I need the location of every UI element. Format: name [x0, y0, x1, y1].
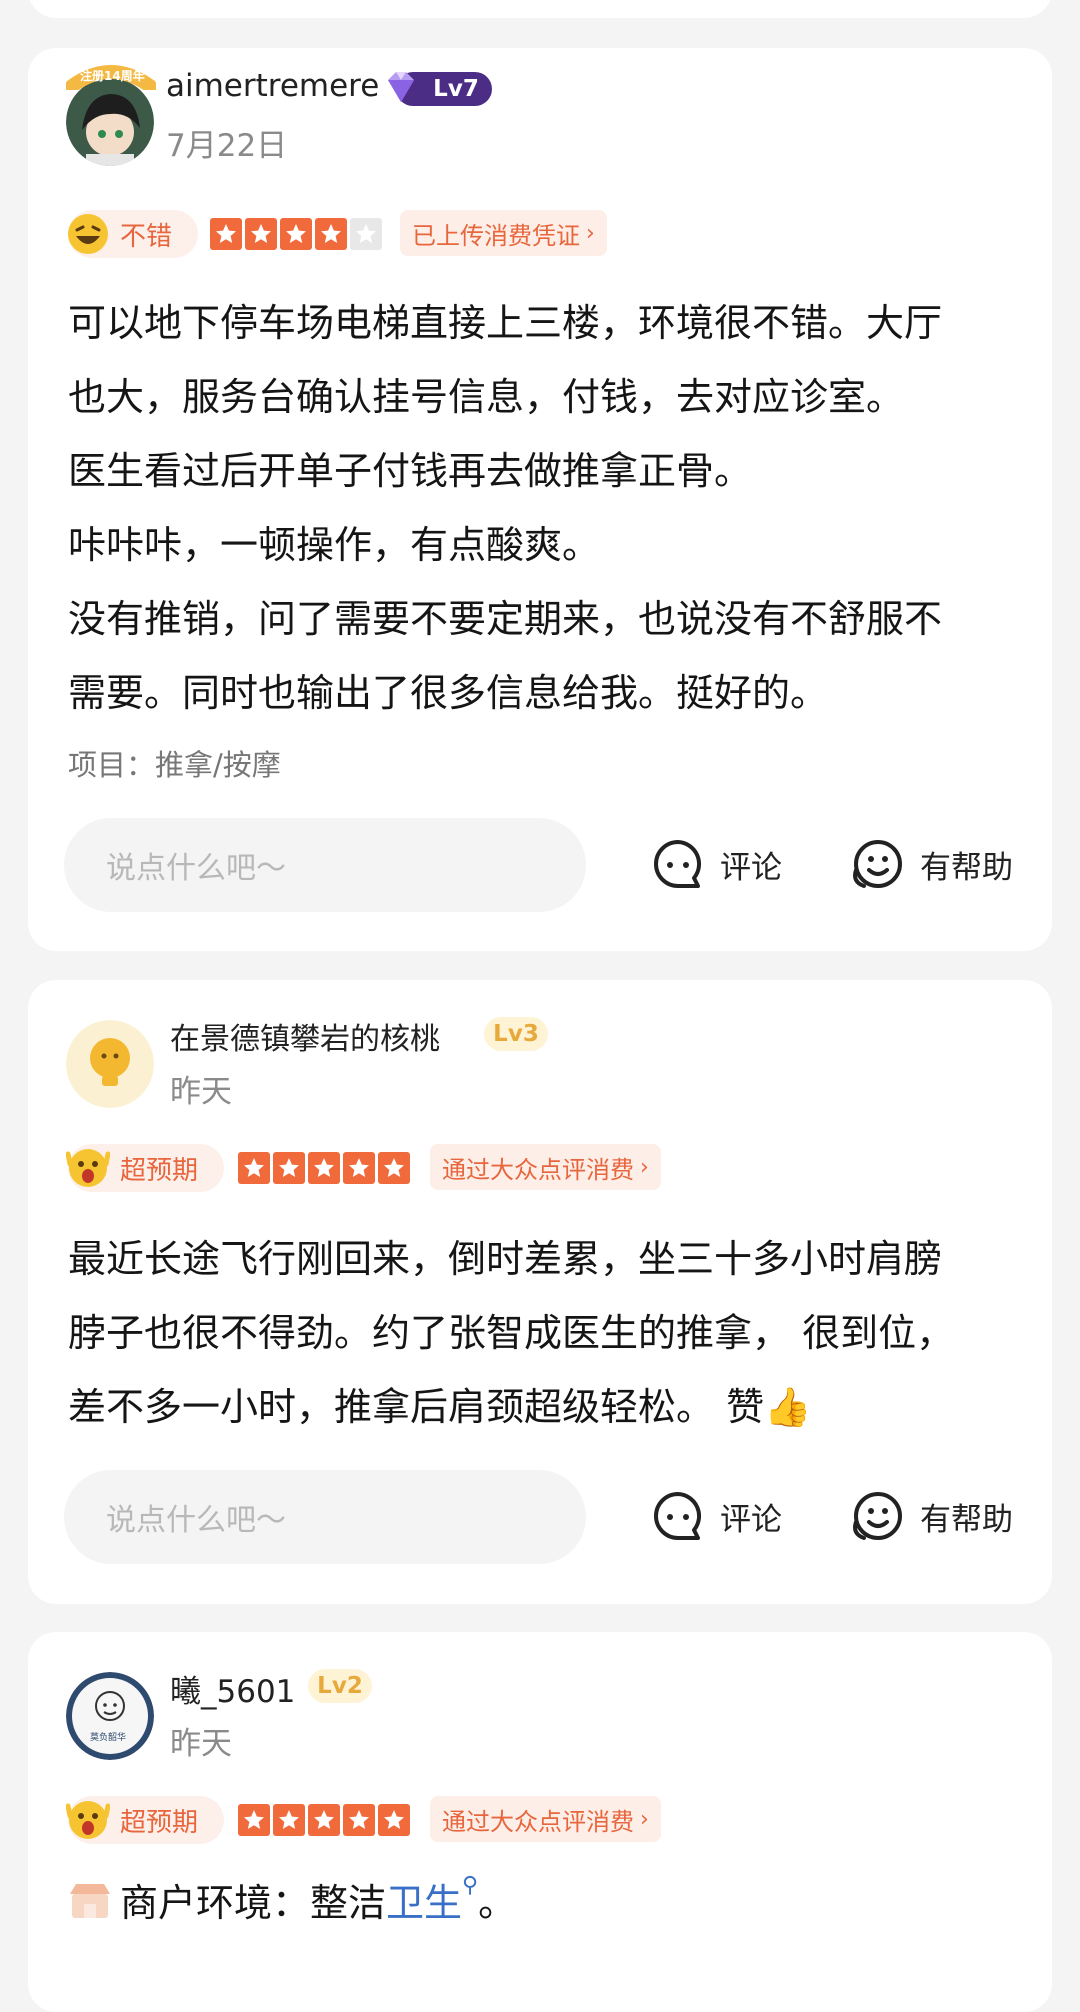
review-card: 在景德镇攀岩的核桃 Lv3 昨天 超预期 通过大众点评消费 › 最近长途飞行刚回… — [28, 980, 1052, 1604]
consumption-tag[interactable]: 通过大众点评消费 › — [430, 1144, 661, 1190]
review-date: 7月22日 — [166, 128, 288, 164]
star-icon — [238, 1804, 270, 1836]
level-badge: Lv7 — [388, 72, 492, 106]
star-icon — [343, 1152, 375, 1184]
gem-icon — [388, 72, 414, 102]
rating-label: 超预期 — [120, 1155, 199, 1186]
consumption-tag-label: 通过大众点评消费 — [442, 1155, 634, 1184]
star-icon — [308, 1804, 340, 1836]
level-text: Lv2 — [317, 1673, 363, 1699]
comment-bubble-icon — [654, 840, 702, 888]
comment-input[interactable]: 说点什么吧～ — [64, 818, 586, 912]
review-line: 没有推销，问了需要不要定期来，也说没有不舒服不 — [68, 597, 943, 641]
review-line: 差不多一小时，推拿后肩颈超级轻松。 赞👍 — [68, 1385, 812, 1429]
star-icon — [210, 218, 242, 250]
rating-label: 不错 — [120, 221, 173, 252]
consumption-tag[interactable]: 通过大众点评消费 › — [430, 1796, 661, 1842]
avatar[interactable] — [66, 78, 154, 166]
helpful-face-icon — [853, 1492, 902, 1540]
environment-line: 商户环境：整洁 卫生 ⚲ 。 — [68, 1872, 516, 1927]
chevron-right-icon: › — [640, 1154, 649, 1180]
helpful-face-icon — [853, 840, 902, 888]
search-icon[interactable]: ⚲ — [462, 1873, 478, 1898]
review-text: 最近长途飞行刚回来，倒时差累，坐三十多小时肩膀 脖子也很不得劲。约了张智成医生的… — [68, 1222, 1018, 1444]
username[interactable]: 曦_5601 — [170, 1666, 295, 1711]
star-icon — [245, 218, 277, 250]
avatar[interactable]: 莫负韶华 — [66, 1672, 154, 1760]
voucher-tag[interactable]: 已上传消费凭证 › — [400, 210, 607, 256]
star-icon — [273, 1804, 305, 1836]
review-date: 昨天 — [170, 1074, 232, 1110]
astonished-face-icon — [66, 1149, 110, 1187]
star-rating — [210, 218, 382, 250]
environment-link[interactable]: 卫生 — [386, 1872, 462, 1927]
comment-bubble-icon — [654, 1492, 702, 1540]
astonished-face-icon — [66, 1801, 110, 1839]
shop-icon — [70, 1883, 110, 1918]
avatar[interactable] — [66, 1020, 154, 1108]
star-icon — [343, 1804, 375, 1836]
comment-label: 评论 — [720, 849, 782, 886]
review-line: 需要。同时也输出了很多信息给我。挺好的。 — [68, 671, 829, 715]
level-badge: Lv3 — [484, 1017, 548, 1051]
comment-placeholder: 说点什么吧～ — [106, 1503, 286, 1538]
anniversary-badge: 注册14周年 — [65, 64, 157, 93]
review-line: 可以地下停车场电梯直接上三楼，环境很不错。大厅 — [68, 301, 943, 345]
chevron-right-icon: › — [640, 1806, 649, 1832]
username[interactable]: 在景德镇攀岩的核桃 — [170, 1014, 440, 1058]
voucher-tag-label: 已上传消费凭证 — [412, 221, 580, 250]
helpful-button[interactable]: 有帮助 — [850, 836, 1013, 892]
comment-button[interactable]: 评论 — [650, 836, 782, 892]
star-icon — [308, 1152, 340, 1184]
review-line: 医生看过后开单子付钱再去做推拿正骨。 — [68, 449, 753, 493]
review-line: 也大，服务台确认挂号信息，付钱，去对应诊室。 — [68, 375, 905, 419]
star-icon — [238, 1152, 270, 1184]
avatar-text: 莫负韶华 — [90, 1733, 127, 1743]
review-card: 注册14周年 aimertremere Lv7 7月22日 不错 已上传消费凭证… — [28, 48, 1052, 951]
happy-face-icon — [68, 214, 108, 254]
helpful-label: 有帮助 — [920, 849, 1013, 886]
review-text: 可以地下停车场电梯直接上三楼，环境很不错。大厅 也大，服务台确认挂号信息，付钱，… — [68, 286, 1018, 730]
comment-placeholder: 说点什么吧～ — [106, 851, 286, 886]
rating-pill: 不错 — [68, 210, 198, 258]
star-icon — [273, 1152, 305, 1184]
project-label: 项目：推拿/按摩 — [68, 748, 281, 782]
star-rating — [238, 1804, 410, 1836]
review-card: 莫负韶华 曦_5601 Lv2 昨天 超预期 通过大众点评消费 › 商户环境：整… — [28, 1632, 1052, 2012]
review-date: 昨天 — [170, 1726, 232, 1762]
star-icon — [378, 1804, 410, 1836]
comment-input[interactable]: 说点什么吧～ — [64, 1470, 586, 1564]
level-text: Lv3 — [493, 1021, 539, 1047]
rating-label: 超预期 — [120, 1807, 199, 1838]
level-badge: Lv2 — [308, 1669, 372, 1703]
helpful-button[interactable]: 有帮助 — [850, 1488, 1013, 1544]
star-rating — [238, 1152, 410, 1184]
star-icon — [350, 218, 382, 250]
rating-pill: 超预期 — [66, 1144, 224, 1192]
comment-label: 评论 — [720, 1501, 782, 1538]
consumption-tag-label: 通过大众点评消费 — [442, 1807, 634, 1836]
review-line: 咔咔咔，一顿操作，有点酸爽。 — [68, 523, 601, 567]
environment-text: 商户环境：整洁 — [120, 1881, 387, 1925]
star-icon — [315, 218, 347, 250]
rating-pill: 超预期 — [66, 1796, 224, 1844]
review-line: 脖子也很不得劲。约了张智成医生的推拿， 很到位， — [68, 1311, 955, 1355]
comment-button[interactable]: 评论 — [650, 1488, 782, 1544]
previous-review-card — [28, 0, 1052, 18]
level-text: Lv7 — [433, 76, 479, 102]
username[interactable]: aimertremere — [166, 68, 379, 104]
helpful-label: 有帮助 — [920, 1501, 1013, 1538]
anniversary-badge-text: 注册14周年 — [80, 69, 145, 83]
star-icon — [378, 1152, 410, 1184]
review-line: 最近长途飞行刚回来，倒时差累，坐三十多小时肩膀 — [68, 1237, 943, 1281]
environment-suffix: 。 — [478, 1881, 517, 1925]
chevron-right-icon: › — [586, 220, 595, 246]
star-icon — [280, 218, 312, 250]
